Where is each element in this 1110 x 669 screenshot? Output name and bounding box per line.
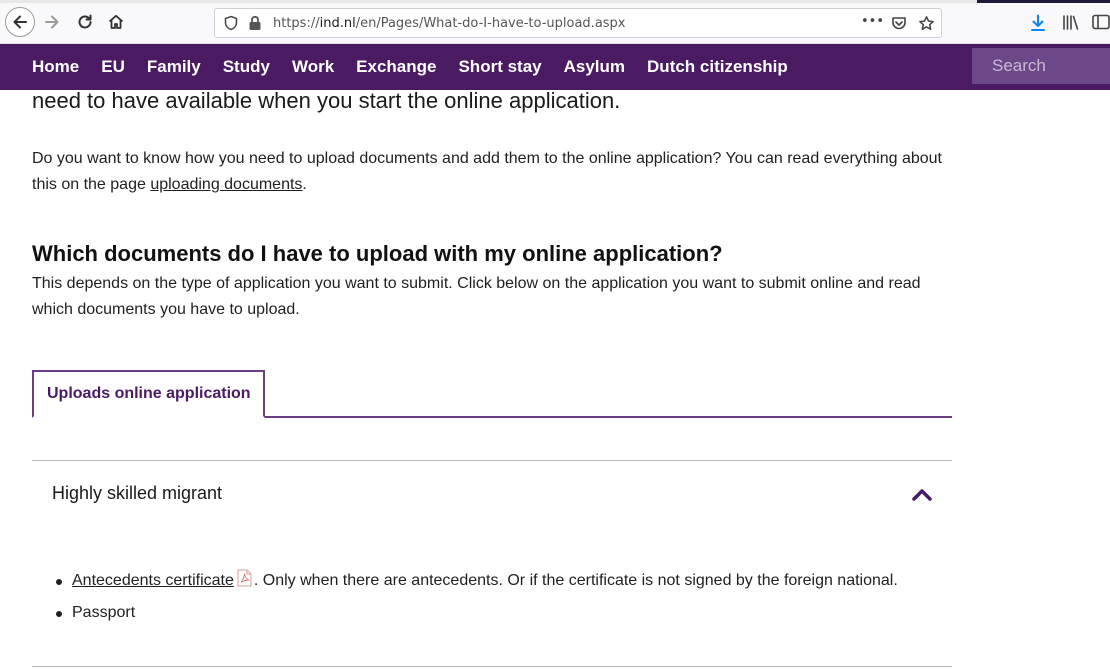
document-passport: Passport — [72, 604, 136, 621]
uploading-documents-link[interactable]: uploading documents — [150, 176, 302, 193]
accordion-divider-top — [32, 460, 952, 461]
list-item: Passport — [52, 600, 898, 632]
upload-info-paragraph: Do you want to know how you need to uplo… — [32, 146, 952, 198]
tab-strip-edge — [0, 0, 1110, 3]
home-button[interactable] — [102, 8, 130, 36]
browser-toolbar: https://ind.nl/en/Pages/What-do-I-have-t… — [0, 0, 1110, 44]
site-search-input[interactable]: Search — [972, 48, 1110, 84]
shield-icon[interactable] — [223, 15, 239, 31]
arrow-left-icon — [13, 15, 27, 29]
url-scheme: https:// — [273, 16, 320, 31]
main-menu: Home EU Family Study Work Exchange Short… — [21, 44, 799, 90]
url-path: /en/Pages/What-do-I-have-to-upload.aspx — [355, 16, 626, 31]
url-host: ind.nl — [319, 16, 356, 31]
sidebar-icon[interactable] — [1092, 14, 1110, 30]
accordion-header-highly-skilled-migrant[interactable]: Highly skilled migrant — [52, 483, 222, 504]
chevron-up-icon[interactable] — [910, 485, 934, 503]
antecedents-certificate-link[interactable]: Antecedents certificate — [72, 572, 234, 589]
pocket-icon[interactable] — [891, 15, 907, 31]
reload-button[interactable] — [71, 8, 99, 36]
nav-item-work[interactable]: Work — [281, 57, 345, 77]
intro-text: need to have available when you start th… — [32, 88, 621, 113]
documents-list: Antecedents certificate . Only when ther… — [52, 568, 898, 632]
nav-item-home[interactable]: Home — [21, 57, 90, 77]
url-bar[interactable]: https://ind.nl/en/Pages/What-do-I-have-t… — [214, 8, 942, 38]
documents-heading: Which documents do I have to upload with… — [32, 241, 723, 266]
list-item: Antecedents certificate . Only when ther… — [52, 568, 898, 600]
nav-item-dutch-citizenship[interactable]: Dutch citizenship — [636, 57, 799, 77]
tab-uploads-online-application[interactable]: Uploads online application — [32, 370, 265, 418]
download-icon[interactable] — [1030, 14, 1046, 32]
url-text[interactable]: https://ind.nl/en/Pages/What-do-I-have-t… — [273, 16, 626, 31]
nav-item-asylum[interactable]: Asylum — [553, 57, 636, 77]
reload-icon — [78, 14, 92, 29]
pdf-icon — [237, 569, 252, 587]
forward-button[interactable] — [38, 8, 66, 36]
nav-item-eu[interactable]: EU — [90, 57, 136, 77]
accordion-divider-bottom — [32, 666, 952, 667]
bookmark-star-icon[interactable] — [918, 15, 935, 32]
nav-item-short-stay[interactable]: Short stay — [447, 57, 552, 77]
upload-info-period: . — [302, 176, 307, 193]
nav-item-family[interactable]: Family — [136, 57, 212, 77]
library-icon[interactable] — [1062, 14, 1080, 31]
home-icon — [108, 14, 124, 29]
documents-description: This depends on the type of application … — [32, 275, 921, 318]
site-navigation: Home EU Family Study Work Exchange Short… — [0, 44, 1110, 90]
arrow-right-icon — [45, 15, 59, 29]
back-button[interactable] — [5, 7, 35, 37]
lock-icon[interactable] — [248, 15, 262, 31]
page-actions-icon[interactable]: ••• — [861, 14, 884, 29]
document-note: . Only when there are antecedents. Or if… — [253, 572, 898, 589]
nav-item-study[interactable]: Study — [212, 57, 281, 77]
nav-item-exchange[interactable]: Exchange — [345, 57, 447, 77]
